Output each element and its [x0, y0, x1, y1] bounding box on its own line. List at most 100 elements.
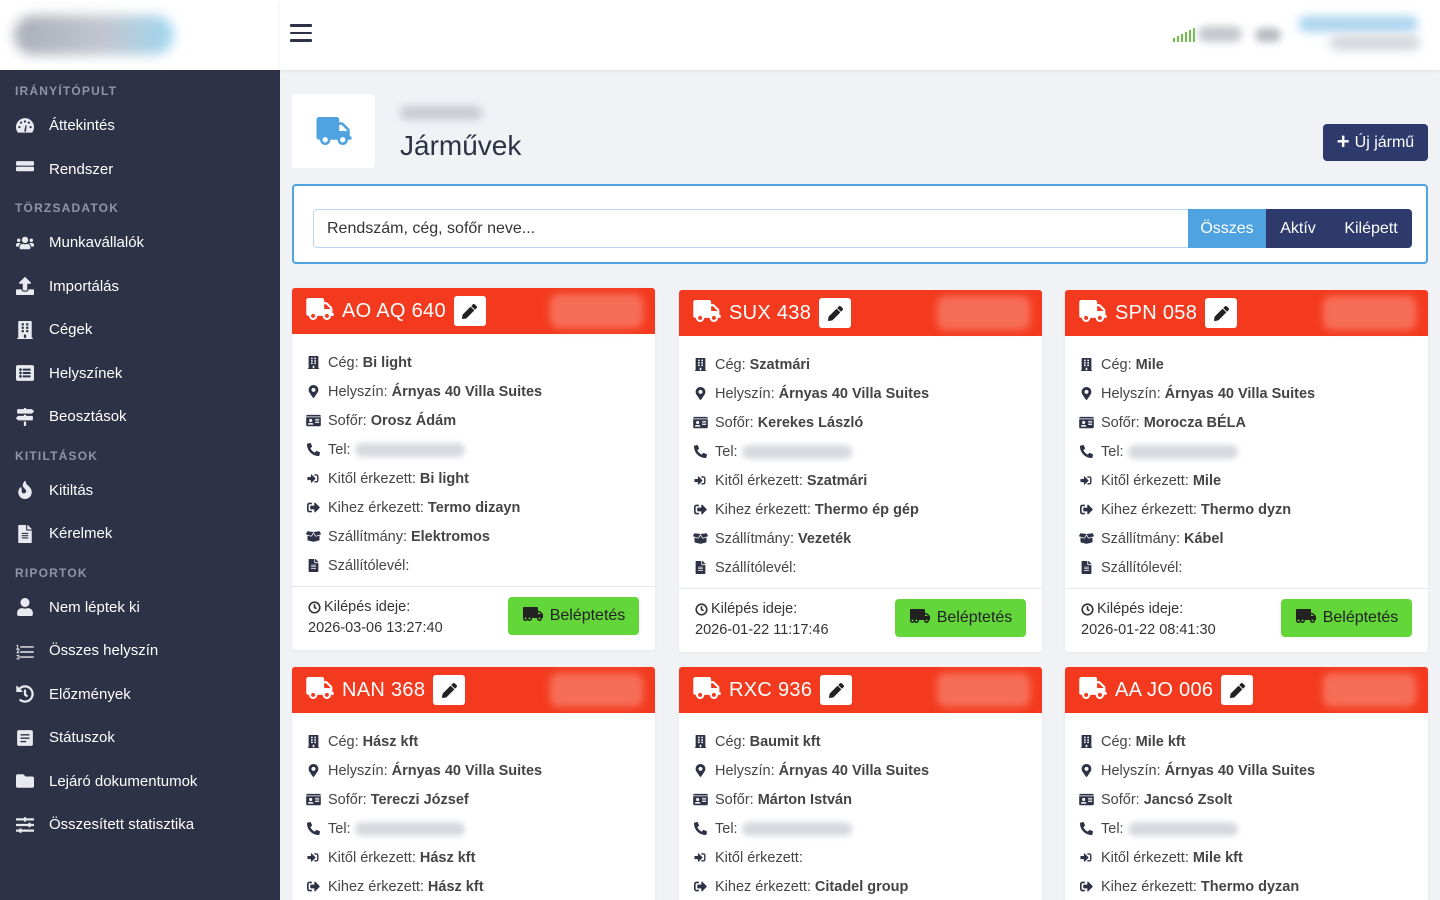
sign-out-icon	[306, 880, 328, 893]
vehicle-card: NAN 368 Cég: Hász kft Helyszín: Árnyas 40 …	[292, 667, 655, 900]
truck-icon	[1079, 299, 1107, 327]
vehicle-card: RXC 936 Cég: Baumit kft Helyszín: Árnyas 4…	[679, 667, 1042, 900]
license-plate: NAN 368	[342, 678, 426, 701]
pencil-icon	[462, 303, 478, 319]
filter-exited-button[interactable]: Kilépett	[1330, 209, 1412, 248]
field-value-company: Hász kft	[362, 733, 419, 750]
id-card-icon	[306, 793, 328, 806]
sidebar-item-label: Előzmények	[49, 685, 131, 703]
field-company: Cég: Hász kft	[306, 727, 641, 756]
server-icon	[15, 159, 35, 179]
sidebar-item-users[interactable]: Munkavállalók	[0, 221, 280, 265]
brand-logo[interactable]	[0, 0, 280, 70]
sidebar-item-server[interactable]: Rendszer	[0, 148, 280, 192]
sidebar-item-signs[interactable]: Beosztások	[0, 395, 280, 439]
filter-active-button[interactable]: Aktív	[1266, 209, 1330, 248]
menu-toggle-icon[interactable]	[290, 24, 312, 44]
status-badge-blurred	[941, 300, 1026, 326]
sidebar-item-user-report[interactable]: Nem léptek ki	[0, 586, 280, 630]
truck-icon	[306, 297, 334, 325]
sidebar-item-ordered-list[interactable]: Összes helyszín	[0, 629, 280, 673]
field-label: Szállítmány:	[715, 530, 794, 547]
filter-all-button[interactable]: Összes	[1188, 209, 1266, 248]
field-label: Sofőr:	[715, 791, 754, 808]
field-value-location: Árnyas 40 Villa Suites	[778, 762, 930, 779]
card-body: Cég: Hász kft Helyszín: Árnyas 40 Villa Su…	[292, 713, 655, 900]
map-marker-icon	[306, 764, 328, 777]
new-vehicle-button[interactable]: + Új jármű	[1323, 124, 1428, 161]
field-label: Cég:	[328, 354, 359, 371]
field-to: Kihez érkezett: Citadel group	[693, 872, 1028, 900]
field-label: Kitől érkezett:	[715, 472, 803, 489]
dashboard-icon	[15, 116, 35, 136]
field-value-location: Árnyas 40 Villa Suites	[1164, 762, 1316, 779]
field-value-company: Mile kft	[1135, 733, 1186, 750]
clock-icon	[695, 602, 708, 616]
field-company: Cég: Szatmári	[693, 350, 1028, 379]
user-role-blurred	[1330, 36, 1420, 50]
truck-icon	[693, 676, 721, 704]
card-footer: Kilépés ideje: 2026-03-06 13:27:40 Belép…	[292, 586, 655, 650]
field-value-driver: Márton István	[757, 791, 852, 808]
sidebar-item-label: Kérelmek	[49, 525, 113, 543]
sidebar-item-status[interactable]: Státuszok	[0, 716, 280, 760]
id-card-icon	[1079, 416, 1101, 429]
field-location: Helyszín: Árnyas 40 Villa Suites	[693, 756, 1028, 785]
sidebar-item-label: Összesített statisztika	[49, 816, 195, 834]
edit-button[interactable]	[1205, 298, 1238, 328]
license-plate: SUX 438	[729, 301, 812, 324]
field-driver: Sofőr: Tereczi József	[306, 785, 641, 814]
user-name-blurred[interactable]	[1298, 16, 1418, 32]
pencil-icon	[441, 682, 457, 698]
edit-button[interactable]	[819, 298, 852, 328]
sidebar-item-history[interactable]: Előzmények	[0, 673, 280, 717]
sign-out-icon	[693, 503, 715, 516]
field-company: Cég: Mile	[1079, 350, 1414, 379]
exit-time-label-text: Kilépés ideje:	[1097, 601, 1184, 617]
edit-button[interactable]	[433, 675, 466, 705]
field-value-company: Baumit kft	[749, 733, 821, 750]
language-blurred[interactable]	[1255, 28, 1281, 42]
sidebar-item-file[interactable]: Kérelmek	[0, 512, 280, 556]
field-value-to: Thermo dyzn	[1200, 501, 1292, 518]
field-location: Helyszín: Árnyas 40 Villa Suites	[306, 756, 641, 785]
sign-in-icon	[693, 474, 715, 487]
field-value-from: Bi light	[419, 470, 469, 487]
exit-time-label-text: Kilépés ideje:	[324, 599, 411, 615]
enter-button[interactable]: Beléptetés	[895, 599, 1026, 637]
field-label: Kihez érkezett:	[715, 501, 811, 518]
field-label: Kihez érkezett:	[1101, 501, 1197, 518]
sidebar-item-fire[interactable]: Kitiltás	[0, 469, 280, 513]
status-badge-blurred	[1327, 300, 1412, 326]
map-marker-icon	[306, 385, 328, 398]
phone-icon	[1079, 822, 1101, 835]
sidebar-item-list[interactable]: Helyszínek	[0, 352, 280, 396]
license-plate: SPN 058	[1115, 301, 1198, 324]
vehicle-card: SUX 438 Cég: Szatmári Helyszín: Árnyas 40 …	[679, 290, 1042, 652]
field-phone: Tel:	[306, 814, 641, 843]
search-input[interactable]	[313, 209, 1188, 248]
edit-button[interactable]	[1221, 675, 1254, 705]
exit-time-label-text: Kilépés ideje:	[711, 601, 798, 617]
field-value-driver: Jancsó Zsolt	[1143, 791, 1233, 808]
user-report-icon	[15, 597, 35, 617]
card-header: AA JO 006	[1065, 667, 1428, 713]
field-value-location: Árnyas 40 Villa Suites	[391, 383, 543, 400]
clock-icon	[1081, 602, 1094, 616]
field-label: Helyszín:	[715, 385, 775, 402]
sidebar-item-folder[interactable]: Lejáró dokumentumok	[0, 760, 280, 804]
sidebar-item-dashboard[interactable]: Áttekintés	[0, 104, 280, 148]
users-icon	[15, 233, 35, 253]
sidebar-item-upload[interactable]: Importálás	[0, 265, 280, 309]
field-value-from: Szatmári	[806, 472, 868, 489]
edit-button[interactable]	[453, 296, 486, 326]
field-from: Kitől érkezett: Mile	[1079, 466, 1414, 495]
sign-out-icon	[1079, 880, 1101, 893]
enter-button[interactable]: Beléptetés	[508, 597, 639, 635]
field-value-from: Hász kft	[419, 849, 476, 866]
enter-button[interactable]: Beléptetés	[1281, 599, 1412, 637]
sidebar-item-building[interactable]: Cégek	[0, 308, 280, 352]
sidebar-item-sliders[interactable]: Összesített statisztika	[0, 803, 280, 847]
edit-button[interactable]	[820, 675, 853, 705]
field-label: Cég:	[715, 733, 746, 750]
